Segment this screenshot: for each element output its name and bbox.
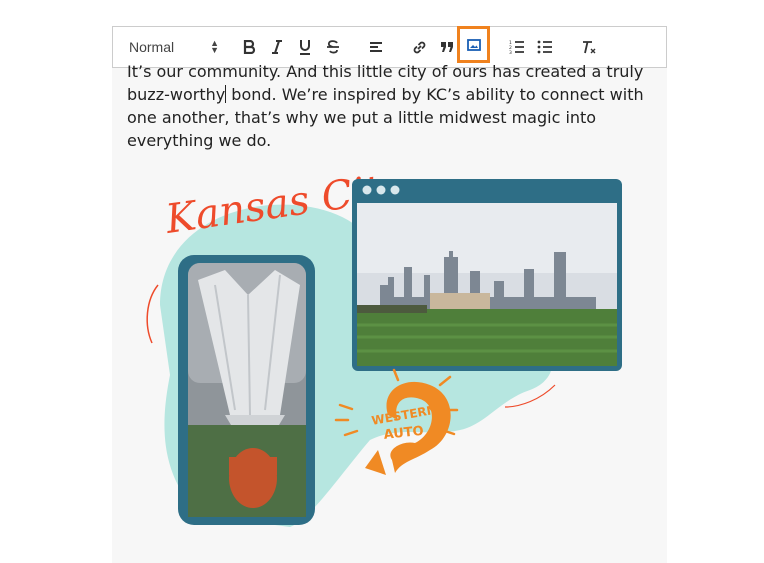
format-select-value: Normal [129, 39, 175, 55]
strikethrough-icon [327, 40, 339, 54]
select-arrows-icon: ▲ ▼ [210, 38, 219, 55]
link-icon [413, 41, 425, 53]
bold-icon [243, 40, 256, 54]
align-left-icon [370, 42, 382, 52]
image-icon [466, 38, 481, 51]
phone-frame [178, 255, 315, 525]
image-button[interactable] [457, 26, 490, 63]
text-line: It’s our community. And this little city… [127, 62, 644, 81]
browser-window-frame [352, 179, 622, 371]
text-line: buzz-worthy bond. We’re inspired by KC’s… [127, 83, 647, 106]
badge-line2: AUTO [383, 424, 424, 443]
kansas-city-illustration[interactable]: Kansas City WESTERN AUTO [140, 164, 630, 540]
editor-text[interactable]: It’s our community. And this little city… [127, 60, 647, 152]
text-after-caret: bond. We’re inspired by KC’s ability to … [226, 85, 644, 104]
bullet-list-icon [537, 40, 552, 54]
italic-icon [272, 40, 282, 54]
ordered-list-icon: 123 [509, 40, 524, 54]
text-line: everything we do. [127, 131, 272, 150]
quote-icon [441, 42, 453, 52]
decor-red-arc [146, 284, 159, 344]
svg-text:3: 3 [509, 50, 512, 54]
text-line: one another, that’s why we put a little … [127, 108, 597, 127]
clear-format-icon [583, 40, 596, 53]
text-before-caret: buzz-worthy [127, 85, 226, 104]
underline-icon [300, 40, 310, 55]
